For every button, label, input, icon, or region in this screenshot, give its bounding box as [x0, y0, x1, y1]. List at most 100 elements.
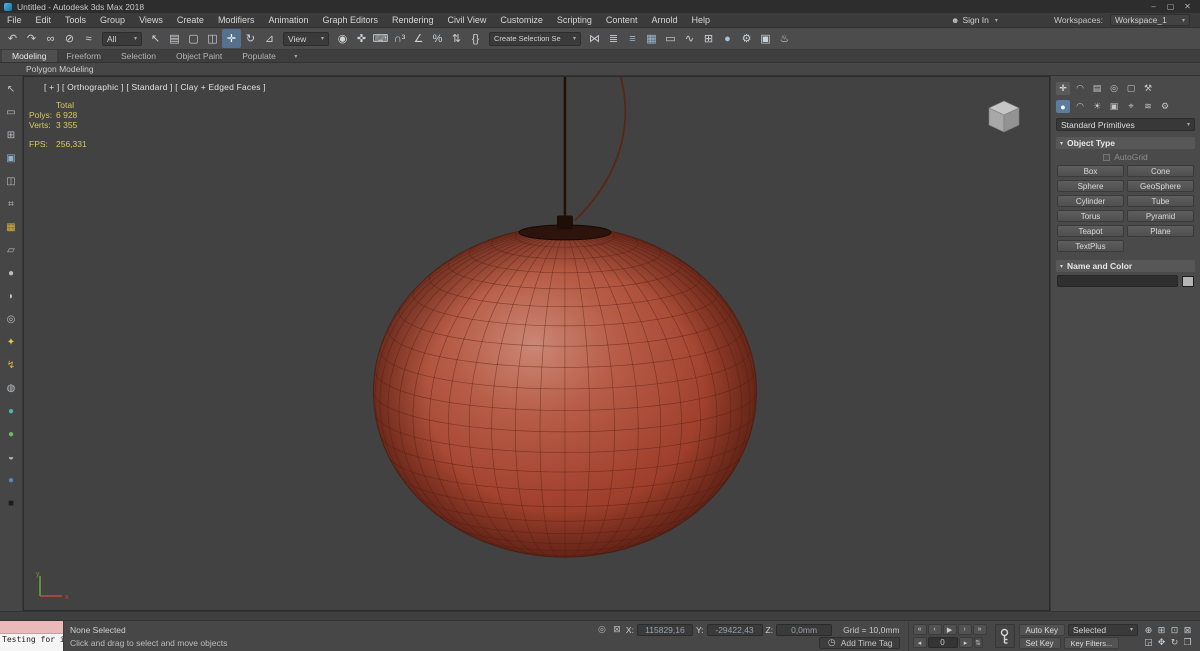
render-setup-icon[interactable]: ⚙ — [737, 29, 756, 48]
ribbon-options-icon[interactable]: ▾ — [286, 50, 306, 62]
grid-snap-icon[interactable]: ⊞ — [3, 127, 20, 144]
key-filters-button[interactable]: Key Filters... — [1063, 636, 1120, 649]
macro-recorder-pane[interactable] — [0, 621, 63, 634]
schematic-view-icon[interactable]: ⊞ — [699, 29, 718, 48]
previous-frame-button[interactable]: ‹ — [927, 624, 942, 635]
modify-tab[interactable]: ◠ — [1073, 82, 1087, 95]
object-type-rollout[interactable]: ▾ Object Type — [1056, 137, 1195, 149]
geometry-category[interactable]: ● — [1056, 100, 1070, 113]
layer-manager-icon[interactable]: ≡ — [623, 29, 642, 48]
viewport-label[interactable]: [ + ] [ Orthographic ] [ Standard ] [ Cl… — [44, 82, 266, 92]
pan-icon[interactable]: ✥ — [1155, 636, 1168, 648]
select-and-scale-icon[interactable]: ⊿ — [260, 29, 279, 48]
menu-item[interactable]: Graph Editors — [315, 15, 385, 25]
use-pivot-point-center-icon[interactable]: ◉ — [333, 29, 352, 48]
x-coordinate-field[interactable]: 115829,16 — [636, 623, 693, 636]
plane-button[interactable]: Plane — [1127, 225, 1194, 237]
angle-snap-icon[interactable]: ∠ — [409, 29, 428, 48]
track-bar[interactable] — [0, 611, 1200, 621]
menu-item[interactable]: Edit — [29, 15, 59, 25]
ribbon-tab[interactable]: Modeling — [2, 50, 57, 62]
cone-button[interactable]: Cone — [1127, 165, 1194, 177]
zoom-extents-all-icon[interactable]: ⊠ — [1181, 624, 1194, 636]
select-and-manipulate-icon[interactable]: ✜ — [352, 29, 371, 48]
selection-filter-dropdown[interactable]: All ▾ — [102, 31, 142, 46]
next-key-button[interactable]: ▸ — [958, 637, 973, 648]
lightning-icon[interactable]: ↯ — [3, 357, 20, 374]
geosphere-button[interactable]: GeoSphere — [1127, 180, 1194, 192]
viewcube[interactable] — [981, 95, 1027, 135]
menu-item[interactable]: Help — [684, 15, 717, 25]
selection-set-dropdown[interactable]: Selected ▾ — [1068, 623, 1138, 636]
display-tab[interactable]: ▢ — [1124, 82, 1138, 95]
menu-item[interactable]: Tools — [58, 15, 93, 25]
orbit-icon[interactable]: ↻ — [1168, 636, 1181, 648]
selection-lock-icon[interactable]: ⊠ — [611, 624, 623, 636]
shapes-category[interactable]: ◠ — [1073, 100, 1087, 113]
teal-sphere-icon[interactable]: ● — [3, 403, 20, 420]
edit-named-selection-sets-icon[interactable]: {} — [466, 29, 485, 48]
material-sample-icon[interactable]: ⌗ — [3, 196, 20, 213]
next-frame-button[interactable]: › — [957, 624, 972, 635]
maximize-button[interactable]: ▢ — [1162, 2, 1179, 11]
cylinder-button[interactable]: Cylinder — [1057, 195, 1124, 207]
menu-item[interactable]: Scripting — [550, 15, 599, 25]
y-coordinate-field[interactable]: -29422,43 — [706, 623, 763, 636]
close-button[interactable]: ✕ — [1179, 2, 1196, 11]
menu-item[interactable]: Arnold — [644, 15, 684, 25]
cameras-category[interactable]: ▣ — [1107, 100, 1121, 113]
torus-primitive-icon[interactable]: ◎ — [3, 311, 20, 328]
box-button[interactable]: Box — [1057, 165, 1124, 177]
maximize-viewport-icon[interactable]: ❒ — [1181, 636, 1194, 648]
systems-category[interactable]: ⚙ — [1158, 100, 1172, 113]
menu-item[interactable]: Customize — [493, 15, 550, 25]
curve-editor-icon[interactable]: ∿ — [680, 29, 699, 48]
rendered-frame-icon[interactable]: ▣ — [756, 29, 775, 48]
menu-item[interactable]: Modifiers — [211, 15, 262, 25]
space-warps-category[interactable]: ≋ — [1141, 100, 1155, 113]
box-primitive-icon[interactable]: ▦ — [3, 219, 20, 236]
auto-key-button[interactable]: Auto Key — [1018, 623, 1065, 636]
autogrid-checkbox[interactable]: AutoGrid — [1056, 151, 1195, 163]
frame-spinner[interactable]: ⇅ — [973, 637, 983, 648]
play-button[interactable]: ▶ — [942, 624, 957, 635]
textplus-button[interactable]: TextPlus — [1057, 240, 1124, 252]
redo-icon[interactable]: ↷ — [22, 29, 41, 48]
workspace-dropdown[interactable]: Workspace_1 ▾ — [1110, 14, 1190, 26]
star-shape-icon[interactable]: ✦ — [3, 334, 20, 351]
go-to-start-button[interactable]: « — [912, 624, 927, 635]
name-color-rollout[interactable]: ▾ Name and Color — [1056, 260, 1195, 272]
percent-snap-icon[interactable]: % — [428, 29, 447, 48]
menu-item[interactable]: Animation — [261, 15, 315, 25]
object-color-swatch[interactable] — [1182, 275, 1194, 287]
select-cursor-icon[interactable]: ↖ — [3, 81, 20, 98]
ribbon-toggle-icon[interactable]: ▭ — [661, 29, 680, 48]
isolate-selection-icon[interactable]: ◎ — [596, 624, 608, 636]
zoom-icon[interactable]: ⊕ — [1142, 624, 1155, 636]
ribbon-tab[interactable]: Freeform — [57, 50, 111, 62]
menu-item[interactable]: Content — [599, 15, 645, 25]
green-sphere-icon[interactable]: ● — [3, 426, 20, 443]
dark-box-icon[interactable]: ■ — [3, 495, 20, 512]
hierarchy-tab[interactable]: ▤ — [1090, 82, 1104, 95]
menu-item[interactable]: Views — [132, 15, 170, 25]
minimize-button[interactable]: – — [1145, 2, 1162, 11]
render-production-icon[interactable]: ♨ — [775, 29, 794, 48]
utilities-tab[interactable]: ⚒ — [1141, 82, 1155, 95]
unlink-selection-icon[interactable]: ⊘ — [60, 29, 79, 48]
sign-in-button[interactable]: ☻ Sign In ▾ — [951, 15, 1047, 25]
zoom-region-icon[interactable]: ◲ — [1142, 636, 1155, 648]
polygon-modeling-bar[interactable]: Polygon Modeling — [0, 63, 1200, 76]
scene-explorer-icon[interactable]: ▦ — [642, 29, 661, 48]
menu-item[interactable]: Rendering — [385, 15, 441, 25]
snap-toggle-3d-icon[interactable]: ∩³ — [390, 29, 409, 48]
material-editor-icon[interactable]: ● — [718, 29, 737, 48]
go-to-end-button[interactable]: » — [972, 624, 987, 635]
menu-item[interactable]: Create — [170, 15, 211, 25]
layers-panel-icon[interactable]: ◫ — [3, 173, 20, 190]
select-and-move-icon[interactable]: ✛ — [222, 29, 241, 48]
sphere-primitive-icon[interactable]: ● — [3, 265, 20, 282]
mirror-icon[interactable]: ⋈ — [585, 29, 604, 48]
zoom-extents-icon[interactable]: ⊡ — [1168, 624, 1181, 636]
keyboard-shortcut-override-icon[interactable]: ⌨ — [371, 29, 390, 48]
